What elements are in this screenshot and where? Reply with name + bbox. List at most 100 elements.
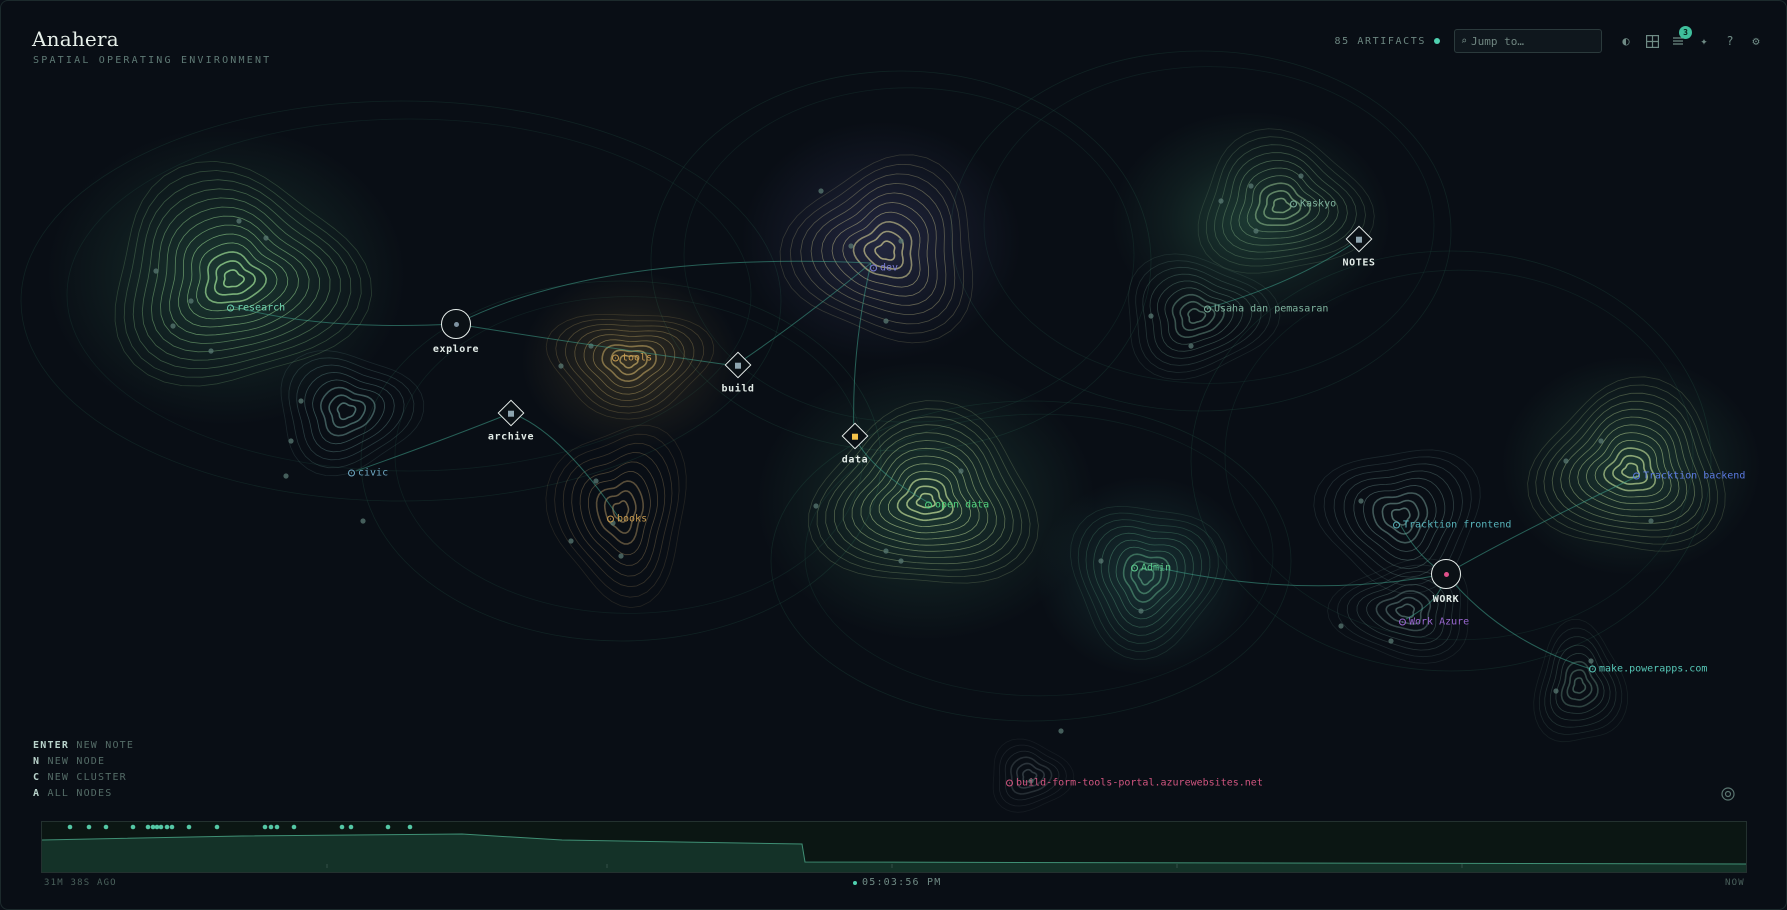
artifact-node[interactable] bbox=[818, 188, 824, 194]
timeline-event[interactable] bbox=[268, 824, 274, 830]
cluster-label-kaskyo[interactable]: Kaskyo bbox=[1290, 199, 1336, 210]
cluster-label-civic[interactable]: civic bbox=[348, 468, 388, 479]
timeline-event[interactable] bbox=[145, 824, 151, 830]
hub-explore[interactable]: explore bbox=[433, 309, 479, 355]
artifact-node[interactable] bbox=[1388, 638, 1394, 644]
cluster-label-admin[interactable]: Admin bbox=[1131, 563, 1171, 574]
timeline-event[interactable] bbox=[150, 824, 156, 830]
artifact-node[interactable] bbox=[1338, 623, 1344, 629]
timeline-event[interactable] bbox=[103, 824, 109, 830]
artifact-node[interactable] bbox=[813, 503, 819, 509]
spatial-map[interactable] bbox=[1, 1, 1786, 909]
cluster-label-research[interactable]: research bbox=[227, 303, 285, 314]
cluster-label-open-data[interactable]: open data bbox=[925, 500, 989, 511]
artifact-node[interactable] bbox=[298, 398, 304, 404]
artifact-node[interactable] bbox=[1218, 198, 1224, 204]
sparkle-icon[interactable]: ✦ bbox=[1696, 33, 1712, 49]
hub-build[interactable]: build bbox=[721, 351, 754, 395]
artifact-node[interactable] bbox=[898, 558, 904, 564]
hub-archive[interactable]: archive bbox=[488, 399, 534, 443]
artifact-node[interactable] bbox=[1298, 173, 1304, 179]
hub-diamond-icon bbox=[497, 399, 525, 427]
artifact-node[interactable] bbox=[288, 438, 294, 444]
artifact-node[interactable] bbox=[263, 235, 269, 241]
cluster-label-portal[interactable]: build-form-tools-portal.azurewebsites.ne… bbox=[1006, 778, 1263, 789]
hub-label: build bbox=[721, 383, 755, 395]
timeline-event[interactable] bbox=[385, 824, 391, 830]
artifact-node[interactable] bbox=[883, 318, 889, 324]
artifact-node[interactable] bbox=[958, 468, 964, 474]
timeline-event[interactable] bbox=[186, 824, 192, 830]
artifact-node[interactable] bbox=[1563, 458, 1569, 464]
artifact-node[interactable] bbox=[188, 298, 194, 304]
artifact-node[interactable] bbox=[1648, 518, 1654, 524]
hub-data[interactable]: data bbox=[841, 422, 869, 466]
cluster-label-dev[interactable]: dev bbox=[870, 263, 898, 274]
artifact-node[interactable] bbox=[1098, 558, 1104, 564]
artifact-node[interactable] bbox=[568, 538, 574, 544]
artifact-node[interactable] bbox=[1248, 183, 1254, 189]
search-input[interactable] bbox=[1471, 34, 1582, 48]
artifact-node[interactable] bbox=[1148, 313, 1154, 319]
hub-center-mark bbox=[508, 410, 514, 416]
cluster-label-tools[interactable]: tools bbox=[612, 353, 652, 364]
timeline-event[interactable] bbox=[274, 824, 280, 830]
cluster-label-work-azure[interactable]: Work Azure bbox=[1399, 617, 1469, 628]
timeline-event[interactable] bbox=[407, 824, 413, 830]
artifact-node[interactable] bbox=[1188, 343, 1194, 349]
recenter-icon[interactable] bbox=[1721, 786, 1735, 801]
timeline-event[interactable] bbox=[130, 824, 136, 830]
timeline-event[interactable] bbox=[339, 824, 345, 830]
artifact-node[interactable] bbox=[283, 473, 289, 479]
timeline-event[interactable] bbox=[86, 824, 92, 830]
timeline-event[interactable] bbox=[164, 824, 170, 830]
artifact-node[interactable] bbox=[236, 218, 242, 224]
artifact-node[interactable] bbox=[848, 243, 854, 249]
timeline-event[interactable] bbox=[291, 824, 297, 830]
timeline-event[interactable] bbox=[262, 824, 268, 830]
artifact-node[interactable] bbox=[1358, 498, 1364, 504]
timeline-event[interactable] bbox=[348, 824, 354, 830]
cluster-dot bbox=[1290, 200, 1297, 208]
cluster-dot bbox=[1006, 779, 1013, 787]
cluster-label-tracktion-backend[interactable]: Tracktion backend bbox=[1633, 471, 1745, 482]
timeline-event[interactable] bbox=[67, 824, 73, 830]
cluster-label-tracktion-frontend[interactable]: Tracktion frontend bbox=[1393, 520, 1511, 531]
cluster-label-books[interactable]: books bbox=[607, 514, 647, 525]
artifact-node[interactable] bbox=[1598, 438, 1604, 444]
settings-icon[interactable]: ⚙ bbox=[1748, 33, 1764, 49]
cluster-dot bbox=[348, 469, 355, 477]
timeline-event[interactable] bbox=[154, 824, 160, 830]
artifact-node[interactable] bbox=[1553, 688, 1559, 694]
artifact-node[interactable] bbox=[1253, 228, 1259, 234]
help-icon[interactable]: ? bbox=[1722, 33, 1738, 49]
artifact-node[interactable] bbox=[153, 268, 159, 274]
hub-center-dot bbox=[1443, 571, 1449, 577]
timeline-event[interactable] bbox=[214, 824, 220, 830]
artifact-node[interactable] bbox=[558, 363, 564, 369]
artifact-node[interactable] bbox=[883, 548, 889, 554]
artifact-node[interactable] bbox=[898, 238, 904, 244]
hub-notes[interactable]: NOTES bbox=[1342, 225, 1375, 269]
artifact-node[interactable] bbox=[170, 323, 176, 329]
activity-timeline[interactable] bbox=[41, 821, 1747, 873]
artifact-node[interactable] bbox=[618, 553, 624, 559]
jump-search[interactable]: ⌕ bbox=[1454, 29, 1602, 53]
grid-layout-icon[interactable] bbox=[1644, 33, 1660, 49]
cluster-label-usaha[interactable]: Usaha dan pemasaran bbox=[1204, 304, 1328, 315]
theme-toggle-icon[interactable]: ◐ bbox=[1618, 33, 1634, 49]
timeline-event[interactable] bbox=[169, 824, 175, 830]
artifact-node[interactable] bbox=[1138, 608, 1144, 614]
inbox-icon[interactable]: 3 bbox=[1670, 26, 1692, 49]
cluster-label-powerapps[interactable]: make.powerapps.com bbox=[1589, 664, 1707, 675]
artifact-node[interactable] bbox=[593, 478, 599, 484]
timeline-end-label: NOW bbox=[1725, 878, 1745, 888]
timeline-event[interactable] bbox=[158, 824, 164, 830]
timeline-graph bbox=[41, 824, 1747, 872]
artifact-node[interactable] bbox=[1058, 728, 1064, 734]
artifact-count-label: 85 ARTIFACTS bbox=[1334, 35, 1426, 47]
artifact-node[interactable] bbox=[208, 348, 214, 354]
app-title: Anahera bbox=[32, 27, 119, 51]
hub-work[interactable]: WORK bbox=[1431, 559, 1461, 605]
artifact-node[interactable] bbox=[360, 518, 366, 524]
